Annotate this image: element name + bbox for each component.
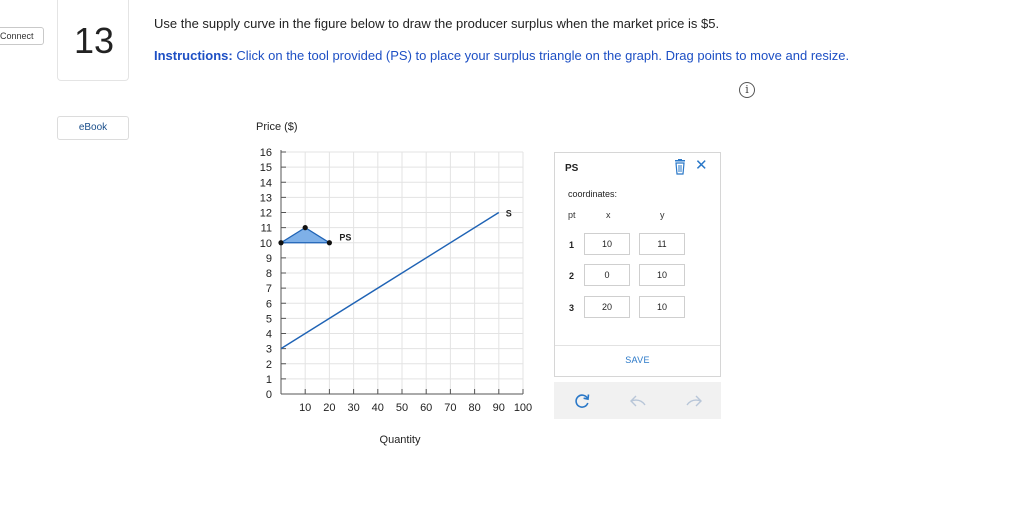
instructions-body: Click on the tool provided (PS) to place… xyxy=(232,48,850,63)
point-2-label: 2 xyxy=(569,271,575,281)
panel-divider xyxy=(555,345,720,346)
ps-tool-title[interactable]: PS xyxy=(565,163,578,174)
y-tick-label: 4 xyxy=(266,329,272,341)
trash-icon[interactable] xyxy=(673,159,687,175)
point-3-label: 3 xyxy=(569,303,575,313)
question-number-card: 13 xyxy=(57,0,129,81)
column-x-header: x xyxy=(606,210,611,220)
connect-tab[interactable]: Connect xyxy=(0,27,44,45)
point-2-y-input[interactable]: 10 xyxy=(639,264,685,286)
supply-chart: Price ($) 161514131211109876543210 10 20 3… xyxy=(256,121,532,446)
x-tick-label: 30 xyxy=(347,402,359,414)
x-ticks: 10 20 30 40 50 60 70 80 90 100 xyxy=(299,389,532,414)
y-tick-label: 10 xyxy=(260,238,272,250)
y-ticks: 161514131211109876543210 xyxy=(260,147,286,401)
ebook-button[interactable]: eBook xyxy=(57,116,129,140)
y-tick-label: 16 xyxy=(260,147,272,159)
supply-curve-label: S xyxy=(506,209,512,219)
point-2-x-input[interactable]: 0 xyxy=(584,264,630,286)
y-tick-label: 13 xyxy=(260,192,272,204)
y-axis-label: Price ($) xyxy=(256,121,298,133)
x-tick-label: 40 xyxy=(372,402,384,414)
x-tick-label: 20 xyxy=(323,402,335,414)
point-1-y-input[interactable]: 11 xyxy=(639,233,685,255)
graph-toolbar xyxy=(554,382,721,419)
y-tick-label: 15 xyxy=(260,162,272,174)
y-tick-label: 12 xyxy=(260,208,272,220)
point-1-label: 1 xyxy=(569,240,575,250)
x-axis-label: Quantity xyxy=(380,434,421,446)
x-tick-label: 100 xyxy=(514,402,532,414)
chart-series: S xyxy=(280,209,512,350)
save-button[interactable]: SAVE xyxy=(555,355,720,365)
y-tick-label: 5 xyxy=(266,313,272,325)
y-tick-label: 2 xyxy=(266,359,272,371)
instructions-lead: Instructions: xyxy=(154,48,233,63)
y-tick-label: 3 xyxy=(266,344,272,356)
y-tick-label: 6 xyxy=(266,298,272,310)
question-prompt: Use the supply curve in the figure below… xyxy=(154,16,720,31)
triangle-vertex-handle[interactable] xyxy=(278,240,284,246)
triangle-vertex-handle[interactable] xyxy=(302,225,308,231)
y-tick-label: 8 xyxy=(266,268,272,280)
column-pt-header: pt xyxy=(568,210,576,220)
y-tick-label: 9 xyxy=(266,253,272,265)
y-tick-label: 1 xyxy=(266,374,272,386)
y-tick-label: 11 xyxy=(261,223,272,235)
question-instructions: Instructions: Click on the tool provided… xyxy=(154,48,849,63)
x-tick-label: 70 xyxy=(444,402,456,414)
undo-icon[interactable] xyxy=(628,391,648,411)
x-tick-label: 10 xyxy=(299,402,311,414)
close-icon[interactable]: ✕ xyxy=(695,158,708,174)
point-1-x-input[interactable]: 10 xyxy=(584,233,630,255)
info-icon[interactable]: i xyxy=(739,82,755,98)
reset-icon[interactable] xyxy=(572,391,592,411)
point-3-x-input[interactable]: 20 xyxy=(584,296,630,318)
ps-tool-panel[interactable]: PS ✕ coordinates: pt x y 1 10 11 2 0 10 … xyxy=(554,152,721,377)
x-tick-label: 90 xyxy=(493,402,505,414)
column-y-header: y xyxy=(660,210,665,220)
redo-icon[interactable] xyxy=(684,391,704,411)
x-tick-label: 80 xyxy=(468,402,480,414)
y-tick-label: 7 xyxy=(266,283,272,295)
x-tick-label: 50 xyxy=(396,402,408,414)
triangle-vertex-handle[interactable] xyxy=(326,240,332,246)
point-3-y-input[interactable]: 10 xyxy=(639,296,685,318)
ps-shape-label: PS xyxy=(339,233,351,243)
x-tick-label: 60 xyxy=(420,402,432,414)
origin-label: 0 xyxy=(266,389,272,401)
question-number: 13 xyxy=(73,20,115,61)
y-tick-label: 14 xyxy=(260,177,272,189)
coordinates-label: coordinates: xyxy=(568,189,618,199)
